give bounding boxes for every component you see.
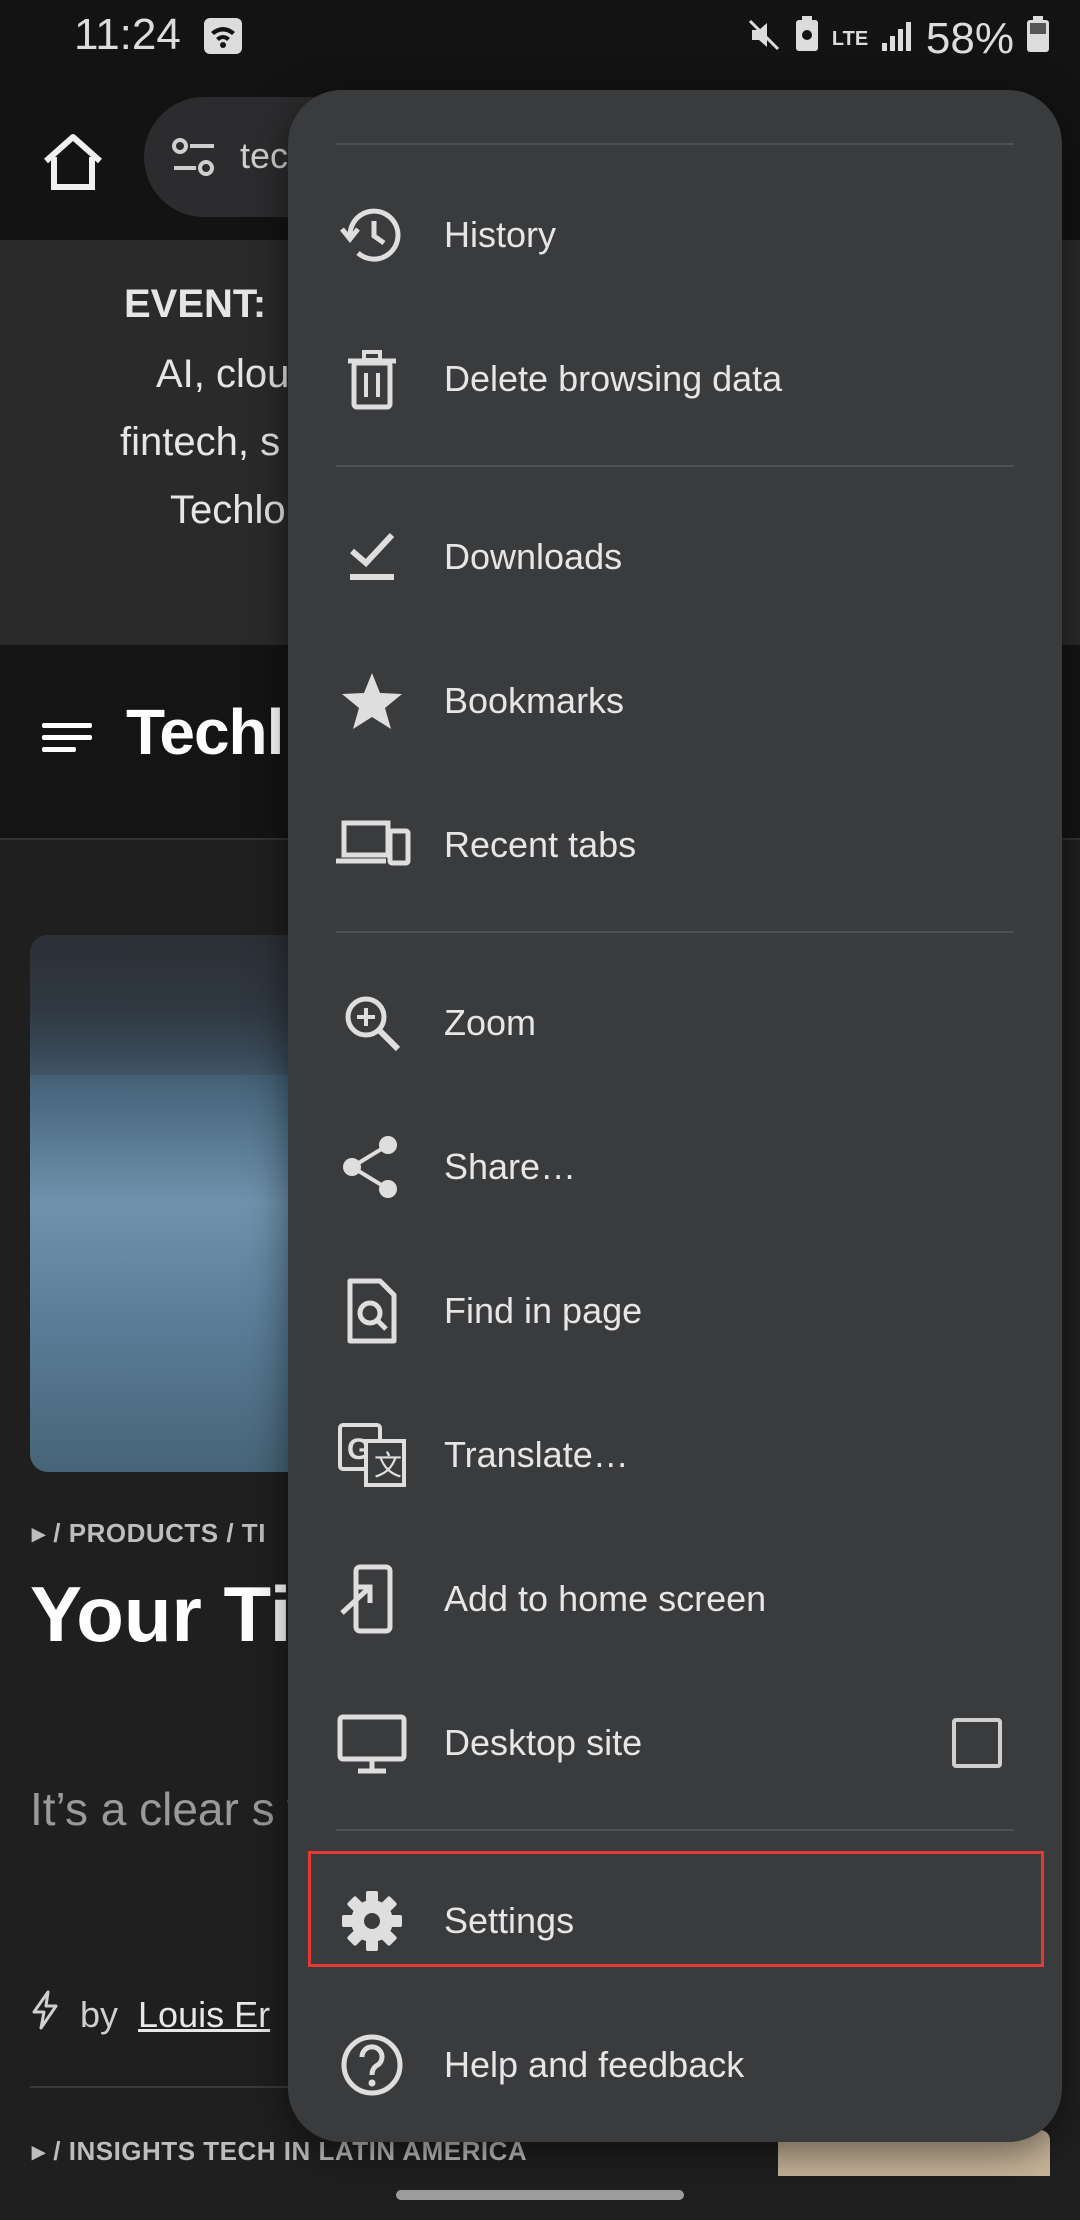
banner-line: Techlo: [170, 488, 286, 532]
menu-item-label: Bookmarks: [444, 680, 625, 721]
menu-item-label: Zoom: [444, 1002, 537, 1043]
trash-icon: [336, 343, 408, 415]
status-time: 11:24: [74, 10, 181, 59]
devices-icon: [336, 809, 412, 881]
svg-text:文: 文: [374, 1450, 402, 1481]
menu-item-help-and-feedback[interactable]: Help and feedback: [288, 1993, 1062, 2137]
battery-saver-icon: [794, 14, 820, 64]
battery-percent: 58%: [925, 14, 1014, 63]
menu-item-label: Share…: [444, 1146, 577, 1187]
mute-icon: [746, 14, 782, 64]
status-bar: 11:24 LTE 58%: [0, 0, 1080, 75]
menu-item-find-in-page[interactable]: Find in page: [288, 1239, 1062, 1383]
signal-icon: [880, 14, 914, 64]
menu-item-label: Translate…: [444, 1434, 629, 1475]
menu-item-zoom[interactable]: Zoom: [288, 951, 1062, 1095]
article-byline: by Louis Er: [30, 1990, 270, 2039]
download-check-icon: [336, 521, 408, 593]
wifi-icon: [204, 18, 242, 54]
menu-divider: [336, 1829, 1014, 1831]
menu-item-label: Desktop site: [444, 1722, 643, 1763]
desktop-site-checkbox[interactable]: [952, 1718, 1002, 1768]
menu-item-settings[interactable]: Settings: [288, 1849, 1062, 1993]
menu-item-bookmarks[interactable]: Bookmarks: [288, 629, 1062, 773]
menu-item-desktop-site[interactable]: Desktop site: [288, 1671, 1062, 1815]
menu-item-translate[interactable]: G文 Translate…: [288, 1383, 1062, 1527]
menu-item-label: Find in page: [444, 1290, 643, 1331]
gesture-bar[interactable]: [396, 2190, 684, 2200]
menu-item-label: Add to home screen: [444, 1578, 767, 1619]
menu-item-share[interactable]: Share…: [288, 1095, 1062, 1239]
banner-line: fintech, s: [120, 420, 281, 464]
zoom-in-icon: [336, 987, 408, 1059]
translate-icon: G文: [336, 1419, 408, 1491]
menu-item-recent-tabs[interactable]: Recent tabs: [288, 773, 1062, 917]
lightning-icon: [30, 1990, 60, 2039]
menu-item-label: Help and feedback: [444, 2044, 745, 2085]
menu-divider: [336, 143, 1014, 145]
history-icon: [336, 199, 408, 271]
gear-icon: [336, 1885, 408, 1957]
hamburger-menu-icon[interactable]: [42, 721, 92, 755]
browser-overflow-menu: History Delete browsing data Downloads B…: [288, 90, 1062, 2142]
help-icon: [336, 2029, 408, 2101]
add-to-home-icon: [336, 1563, 408, 1635]
menu-item-label: Recent tabs: [444, 824, 637, 865]
author-link[interactable]: Louis Er: [138, 1994, 270, 2036]
menu-item-downloads[interactable]: Downloads: [288, 485, 1062, 629]
url-text[interactable]: tec: [240, 135, 288, 177]
find-in-page-icon: [336, 1275, 408, 1347]
menu-item-label: Delete browsing data: [444, 358, 783, 399]
play-triangle-icon: ▸: [32, 1518, 46, 1548]
banner-line: AI, clou: [156, 352, 290, 396]
network-type: LTE: [831, 28, 869, 50]
site-settings-icon[interactable]: [170, 135, 218, 179]
home-icon[interactable]: [38, 127, 108, 197]
desktop-icon: [336, 1707, 408, 1779]
article-breadcrumb[interactable]: ▸ / PRODUCTS / TI: [32, 1518, 266, 1549]
menu-item-label: Settings: [444, 1900, 575, 1941]
menu-divider: [336, 931, 1014, 933]
status-indicators: LTE 58%: [746, 14, 1050, 64]
menu-divider: [336, 465, 1014, 467]
menu-item-add-to-home-screen[interactable]: Add to home screen: [288, 1527, 1062, 1671]
share-icon: [336, 1131, 408, 1203]
menu-item-delete-browsing-data[interactable]: Delete browsing data: [288, 307, 1062, 451]
menu-item-label: History: [444, 214, 557, 255]
menu-item-label: Downloads: [444, 536, 623, 577]
menu-item-history[interactable]: History: [288, 163, 1062, 307]
site-logo[interactable]: Techl: [126, 695, 284, 769]
byline-prefix: by: [80, 1993, 119, 2035]
banner-line: EVENT:: [124, 282, 267, 326]
play-triangle-icon: ▸: [32, 2136, 46, 2166]
battery-icon: [1026, 14, 1050, 64]
breadcrumb-text: / PRODUCTS / TI: [53, 1518, 266, 1548]
star-icon: [336, 665, 408, 737]
